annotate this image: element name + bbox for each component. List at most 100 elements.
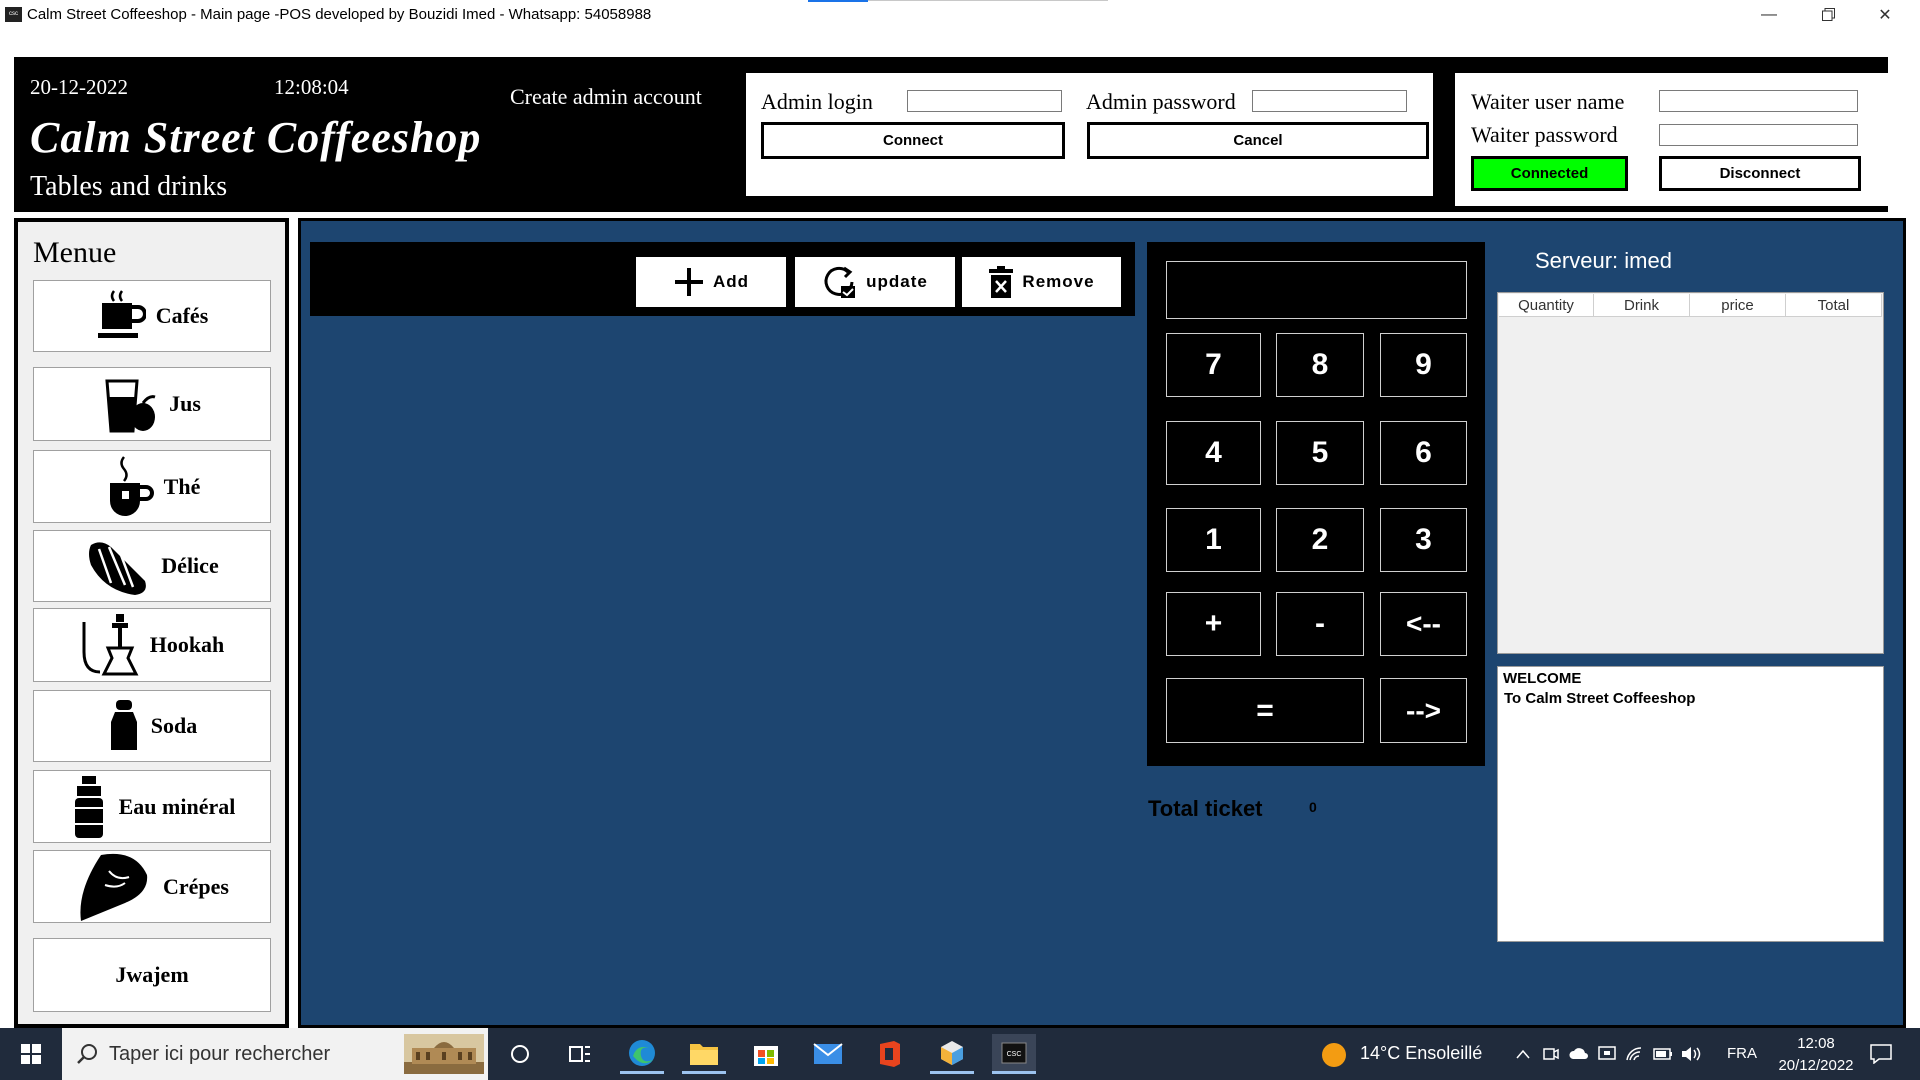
welcome-text: WELCOME (1503, 670, 1582, 687)
total-ticket-value: 0 (1309, 799, 1317, 815)
juice-glass-icon (105, 379, 156, 433)
total-ticket-label: Total ticket (1148, 796, 1263, 821)
menu-item-the[interactable]: Thé (33, 450, 271, 523)
hookah-icon (82, 614, 139, 676)
add-button-label: Add (712, 272, 750, 291)
croissant-icon (89, 542, 147, 595)
key-1[interactable]: 1 (1166, 508, 1261, 572)
key-backspace[interactable]: <-- (1380, 592, 1467, 656)
titlebar-divider (868, 0, 1108, 1)
shop-name: Calm Street Coffeeshop (30, 113, 482, 162)
waiter-password-input[interactable] (1659, 124, 1858, 146)
battery-icon[interactable] (1649, 1034, 1677, 1074)
welcome-subtext: To Calm Street Coffeeshop (1504, 690, 1696, 707)
disconnect-button[interactable]: Disconnect (1659, 156, 1861, 191)
column-header-quantity[interactable]: Quantity (1499, 294, 1594, 317)
menu-item-hookah[interactable]: Hookah (33, 608, 271, 682)
taskbar-clock-time[interactable]: 12:08 (1787, 1035, 1845, 1052)
trash-icon (989, 266, 1014, 298)
order-table[interactable] (1497, 292, 1884, 654)
key-5[interactable]: 5 (1276, 421, 1364, 485)
key-enter[interactable]: --> (1380, 678, 1467, 743)
edge-browser-icon[interactable] (620, 1034, 664, 1074)
add-button[interactable]: Add (636, 257, 786, 307)
app-icon: csc (5, 7, 22, 22)
waiter-password-label: Waiter password (1471, 122, 1618, 147)
svg-text:CSC: CSC (1007, 1051, 1022, 1058)
shop-subtitle: Tables and drinks (30, 171, 228, 202)
close-icon[interactable]: ✕ (1862, 0, 1908, 29)
cube-app-icon[interactable] (930, 1034, 974, 1074)
cortana-icon[interactable] (498, 1034, 542, 1074)
key-minus[interactable]: - (1276, 592, 1364, 656)
connect-button[interactable]: Connect (761, 122, 1065, 159)
key-6[interactable]: 6 (1380, 421, 1467, 485)
key-8[interactable]: 8 (1276, 333, 1364, 397)
mail-icon[interactable] (806, 1034, 850, 1074)
notification-icon[interactable] (1860, 1034, 1902, 1074)
language-indicator[interactable]: FRA (1727, 1045, 1757, 1062)
remove-button[interactable]: Remove (962, 257, 1121, 307)
waiter-username-label: Waiter user name (1471, 89, 1625, 114)
cancel-button[interactable]: Cancel (1087, 122, 1429, 159)
column-header-total[interactable]: Total (1786, 294, 1882, 317)
admin-password-label: Admin password (1086, 89, 1236, 114)
create-admin-link[interactable]: Create admin account (510, 84, 702, 110)
key-equals[interactable]: = (1166, 678, 1364, 743)
windows-start-icon[interactable] (8, 1034, 54, 1074)
file-explorer-icon[interactable] (682, 1034, 726, 1074)
menu-item-label: Cafés (155, 303, 209, 328)
admin-login-label: Admin login (761, 89, 873, 114)
task-view-icon[interactable] (558, 1034, 602, 1074)
menu-item-cafes[interactable]: Cafés (33, 280, 271, 352)
key-plus[interactable]: + (1166, 592, 1261, 656)
key-4[interactable]: 4 (1166, 421, 1261, 485)
minimize-icon[interactable]: — (1746, 0, 1792, 29)
wifi-icon[interactable] (1621, 1034, 1649, 1074)
column-header-drink[interactable]: Drink (1594, 294, 1690, 317)
onedrive-icon[interactable] (1565, 1034, 1593, 1074)
menu-item-soda[interactable]: Soda (33, 690, 271, 762)
key-3[interactable]: 3 (1380, 508, 1467, 572)
meet-icon[interactable] (1537, 1034, 1565, 1074)
coffee-cup-icon (97, 290, 146, 338)
search-icon (66, 1034, 110, 1074)
crepe-icon (80, 853, 148, 921)
menu-item-label: Jwajem (115, 962, 189, 987)
volume-icon[interactable] (1677, 1034, 1705, 1074)
menu-item-eau-mineral[interactable]: Eau minéral (33, 770, 271, 843)
key-9[interactable]: 9 (1380, 333, 1467, 397)
admin-login-input[interactable] (907, 90, 1062, 112)
weather-sun-icon (1322, 1043, 1346, 1067)
chevron-up-icon[interactable] (1509, 1034, 1537, 1074)
window-title: Calm Street Coffeeshop - Main page -POS … (27, 6, 652, 23)
menu-item-jus[interactable]: Jus (33, 367, 271, 441)
message-box (1497, 666, 1884, 942)
waiter-username-input[interactable] (1659, 90, 1858, 112)
admin-password-input[interactable] (1252, 90, 1407, 112)
weather-text[interactable]: 14°C Ensoleillé (1360, 1043, 1482, 1064)
menu-item-label: Jus (169, 391, 201, 416)
device-icon[interactable] (1593, 1034, 1621, 1074)
taskbar-clock-date[interactable]: 20/12/2022 (1766, 1057, 1866, 1074)
connected-button[interactable]: Connected (1471, 156, 1628, 191)
office-icon[interactable] (868, 1034, 912, 1074)
restore-icon[interactable] (1805, 0, 1851, 29)
menu-title: Menue (33, 236, 117, 269)
remove-button-label: Remove (1022, 272, 1095, 291)
store-icon[interactable] (744, 1034, 788, 1074)
menu-item-label: Délice (161, 553, 219, 578)
menu-item-crepes[interactable]: Crépes (33, 850, 271, 923)
key-2[interactable]: 2 (1276, 508, 1364, 572)
keypad-display (1166, 261, 1467, 319)
refresh-check-icon (824, 266, 856, 298)
plus-icon (674, 268, 703, 296)
search-placeholder: Taper ici pour rechercher (109, 1043, 331, 1065)
menu-item-jwajem[interactable]: Jwajem (33, 938, 271, 1012)
titlebar-accent (808, 0, 868, 2)
column-header-price[interactable]: price (1690, 294, 1786, 317)
update-button[interactable]: update (795, 257, 955, 307)
key-7[interactable]: 7 (1166, 333, 1261, 397)
menu-item-delice[interactable]: Délice (33, 530, 271, 602)
pos-app-icon[interactable]: CSC (992, 1034, 1036, 1074)
